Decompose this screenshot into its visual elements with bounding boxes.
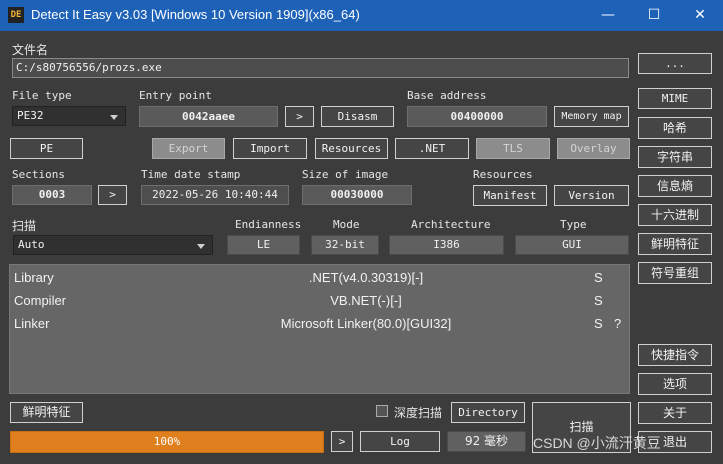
result-flag[interactable]: S <box>594 270 603 285</box>
result-extra[interactable]: ? <box>614 316 621 331</box>
progress-text: 100% <box>153 435 181 448</box>
type-label: Type <box>560 218 587 231</box>
version-button[interactable]: Version <box>554 185 629 206</box>
deep-scan-label: 深度扫描 <box>394 406 443 420</box>
signatures-side-button[interactable]: 鲜明特征 <box>638 233 712 255</box>
hash-button[interactable]: 哈希 <box>638 117 712 139</box>
browse-button[interactable]: ... <box>638 53 712 74</box>
endianness-value: LE <box>227 235 300 255</box>
mime-button[interactable]: MIME <box>638 88 712 109</box>
dotnet-button[interactable]: .NET <box>395 138 469 159</box>
export-button[interactable]: Export <box>152 138 225 159</box>
result-name: Microsoft Linker(80.0)[GUI32] <box>280 316 452 331</box>
directory-button[interactable]: Directory <box>451 402 525 423</box>
result-flag[interactable]: S <box>594 293 603 308</box>
result-row[interactable]: Compiler VB.NET(-)[-] S <box>10 290 629 312</box>
sections-go-button[interactable]: > <box>98 185 127 205</box>
resources-button[interactable]: Resources <box>315 138 388 159</box>
entry-point-value[interactable]: 0042aaee <box>139 106 278 127</box>
result-flag[interactable]: S <box>594 316 603 331</box>
window-title: Detect It Easy v3.03 [Windows 10 Version… <box>31 7 360 22</box>
scan-mode-value: Auto <box>18 238 45 251</box>
base-address-value[interactable]: 00400000 <box>407 106 547 127</box>
endianness-label: Endianness <box>235 218 302 231</box>
tls-button[interactable]: TLS <box>476 138 550 159</box>
chevron-down-icon <box>197 244 205 249</box>
entry-point-label: Entry point <box>139 89 212 102</box>
strings-button[interactable]: 字符串 <box>638 146 712 168</box>
file-path-input[interactable]: C:/s80756556/prozs.exe <box>12 58 629 78</box>
sections-label: Sections <box>12 168 65 181</box>
result-row[interactable]: Linker Microsoft Linker(80.0)[GUI32] S ? <box>10 313 629 335</box>
symbols-button[interactable]: 符号重组 <box>638 262 712 284</box>
result-name: VB.NET(-)[-] <box>330 293 402 308</box>
size-of-image-value[interactable]: 00030000 <box>302 185 412 205</box>
results-tree[interactable]: Library .NET(v4.0.30319)[-] S Compiler V… <box>9 264 630 394</box>
timestamp-label: Time date stamp <box>141 168 241 181</box>
shortcuts-button[interactable]: 快捷指令 <box>638 344 712 366</box>
entry-point-go-button[interactable]: > <box>285 106 314 127</box>
about-button[interactable]: 关于 <box>638 402 712 424</box>
memory-map-button[interactable]: Memory map <box>554 106 629 127</box>
log-button[interactable]: Log <box>360 431 440 452</box>
close-icon[interactable]: ✕ <box>677 0 723 31</box>
file-type-label: File type <box>12 89 72 102</box>
file-name-label: 文件名 <box>12 43 49 57</box>
signatures-button[interactable]: 鲜明特征 <box>10 402 83 423</box>
scan-time-value: 92 毫秒 <box>447 431 526 452</box>
watermark-text: CSDN @小流汗黄豆 <box>533 435 661 451</box>
result-type: Library <box>14 270 54 285</box>
resources-label: Resources <box>473 168 533 181</box>
import-button[interactable]: Import <box>233 138 307 159</box>
scan-label: 扫描 <box>12 219 37 233</box>
maximize-icon[interactable]: ☐ <box>631 0 677 31</box>
result-type: Linker <box>14 316 50 331</box>
result-row[interactable]: Library .NET(v4.0.30319)[-] S <box>10 267 629 289</box>
hex-button[interactable]: 十六进制 <box>638 204 712 226</box>
options-button[interactable]: 选项 <box>638 373 712 395</box>
architecture-label: Architecture <box>411 218 491 231</box>
result-name: .NET(v4.0.30319)[-] <box>308 270 424 285</box>
disasm-button[interactable]: Disasm <box>321 106 394 127</box>
sections-value[interactable]: 0003 <box>12 185 92 205</box>
architecture-value: I386 <box>389 235 504 255</box>
base-address-label: Base address <box>407 89 487 102</box>
scan-mode-select[interactable]: Auto <box>13 235 213 255</box>
timestamp-value[interactable]: 2022-05-26 10:40:44 <box>141 185 289 205</box>
mode-value: 32-bit <box>311 235 379 255</box>
pe-button[interactable]: PE <box>10 138 83 159</box>
size-of-image-label: Size of image <box>302 168 389 181</box>
progress-go-button[interactable]: > <box>331 431 353 452</box>
deep-scan-checkbox[interactable] <box>376 405 388 417</box>
app-icon: DE <box>8 7 24 23</box>
type-value: GUI <box>515 235 629 255</box>
overlay-button[interactable]: Overlay <box>557 138 630 159</box>
entropy-button[interactable]: 信息熵 <box>638 175 712 197</box>
file-type-select[interactable]: PE32 <box>12 106 126 126</box>
file-type-value: PE32 <box>17 109 44 122</box>
chevron-down-icon <box>110 115 118 120</box>
progress-bar: 100% <box>10 431 324 453</box>
minimize-icon[interactable]: — <box>585 0 631 31</box>
mode-label: Mode <box>333 218 360 231</box>
manifest-button[interactable]: Manifest <box>473 185 547 206</box>
title-bar[interactable]: DE Detect It Easy v3.03 [Windows 10 Vers… <box>0 0 723 31</box>
result-type: Compiler <box>14 293 67 308</box>
